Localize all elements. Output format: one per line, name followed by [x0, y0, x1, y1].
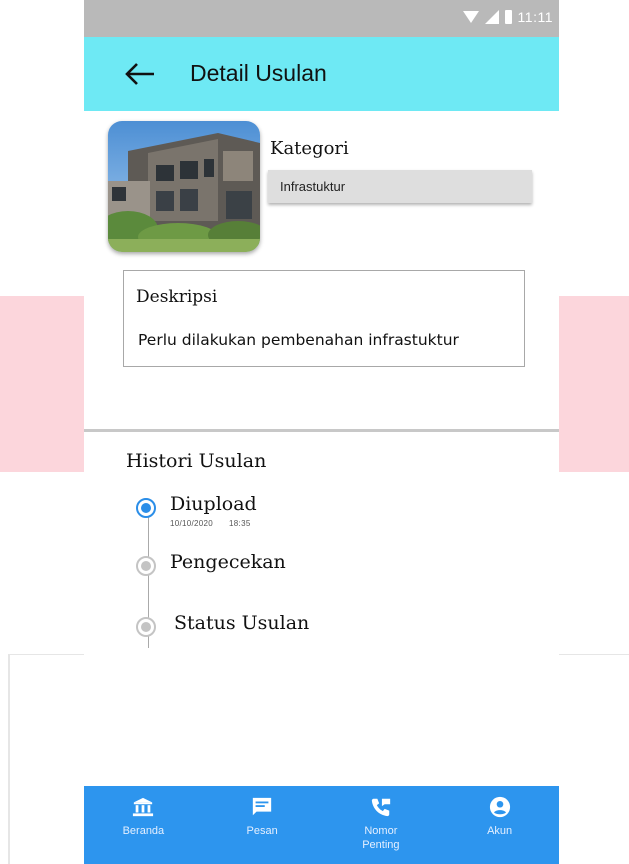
radio-active-icon [136, 498, 156, 518]
category-label: Kategori [270, 138, 349, 159]
description-text: Perlu dilakukan pembenahan infrastuktur [138, 331, 459, 349]
nav-item-pesan[interactable]: Pesan [203, 786, 322, 864]
page-title: Detail Usulan [190, 60, 327, 86]
history-title: Histori Usulan [126, 450, 267, 472]
nav-label: Beranda [122, 825, 165, 837]
background-line [559, 654, 629, 655]
background-line [8, 654, 10, 864]
description-title: Deskripsi [136, 287, 218, 307]
nav-item-beranda[interactable]: Beranda [84, 786, 203, 864]
description-card: Deskripsi Perlu dilakukan pembenahan inf… [123, 270, 525, 367]
background-line [8, 654, 84, 655]
nav-item-nomor-penting[interactable]: Nomor Penting [322, 786, 441, 864]
nav-item-akun[interactable]: Akun [440, 786, 559, 864]
section-divider [84, 429, 559, 432]
radio-inactive-icon [136, 617, 156, 637]
building-photo [108, 121, 260, 252]
step-label: Pengecekan [170, 551, 286, 573]
background-panel-left [0, 296, 84, 472]
background-panel-right [559, 296, 629, 472]
battery-icon [504, 10, 512, 24]
status-bar: 11:11 [84, 0, 559, 37]
nav-label: Nomor Penting [362, 825, 400, 851]
bank-icon [133, 797, 154, 817]
proposal-image [108, 121, 260, 252]
arrow-left-icon[interactable] [124, 61, 156, 87]
signal-icon [484, 10, 499, 24]
app-bar: Detail Usulan [84, 37, 559, 111]
nav-label: Pesan [246, 825, 278, 837]
phone-icon [371, 798, 391, 817]
bottom-navigation: Beranda Pesan Nomor Penting Akun [84, 786, 559, 864]
step-timestamp: 10/10/2020 18:35 [170, 519, 251, 528]
screen: 11:11 Detail Usulan Kategori Infrastuktu… [0, 0, 629, 864]
radio-inactive-icon [136, 556, 156, 576]
category-field: Infrastuktur [268, 170, 532, 203]
phone-screen: 11:11 Detail Usulan Kategori Infrastuktu… [84, 0, 559, 864]
wifi-icon [462, 11, 479, 23]
step-time: 18:35 [229, 519, 251, 528]
step-label: Diupload [170, 493, 257, 515]
status-icons: 11:11 [462, 9, 553, 25]
step-date: 10/10/2020 [170, 519, 214, 528]
chat-icon [252, 797, 272, 816]
status-time: 11:11 [517, 9, 553, 25]
step-label: Status Usulan [174, 612, 310, 634]
account-icon [489, 796, 510, 818]
nav-label: Akun [487, 825, 513, 837]
